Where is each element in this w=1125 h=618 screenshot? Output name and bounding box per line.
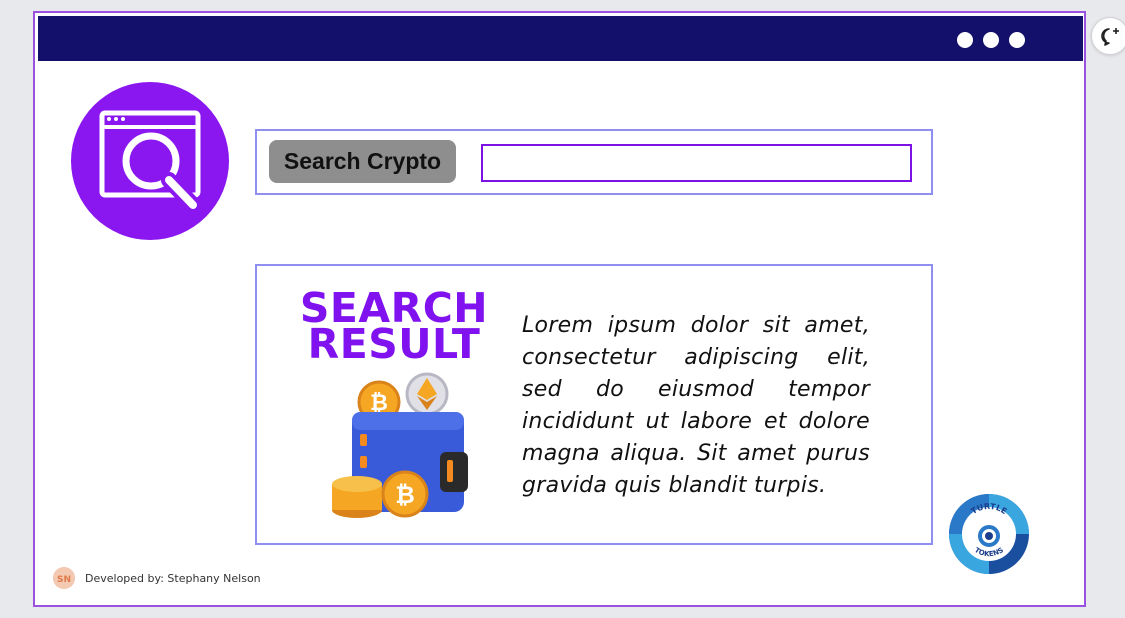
result-title-line2: RESULT <box>307 320 481 368</box>
window-dot-icon <box>1009 32 1025 48</box>
search-panel: Search Crypto <box>255 129 933 195</box>
browser-search-icon <box>71 82 229 240</box>
footer-credit: SN Developed by: Stephany Nelson <box>53 567 261 589</box>
search-input[interactable] <box>481 144 912 182</box>
developer-credit: Developed by: Stephany Nelson <box>85 571 261 585</box>
add-comment-icon <box>1101 28 1119 46</box>
search-crypto-label[interactable]: Search Crypto <box>269 140 456 183</box>
window-dot-icon <box>957 32 973 48</box>
avatar-initials: SN <box>57 575 71 585</box>
turtle-tokens-logo: TURTLE TOKENS <box>946 491 1032 577</box>
svg-text:₿: ₿ <box>395 481 415 509</box>
add-comment-button[interactable] <box>1091 17 1125 55</box>
design-canvas: Search Crypto SEARCH RESULT ₿ ₿ Lorem ip… <box>33 11 1086 607</box>
window-dot-icon <box>983 32 999 48</box>
result-title: SEARCH RESULT <box>281 288 507 368</box>
result-description: Lorem ipsum dolor sit amet, consectetur … <box>522 313 870 498</box>
window-titlebar <box>38 16 1083 61</box>
search-result-panel: SEARCH RESULT ₿ ₿ Lorem ipsum dolor sit … <box>255 264 933 545</box>
crypto-wallet-icon: ₿ ₿ <box>317 372 477 522</box>
avatar: SN <box>53 567 75 589</box>
